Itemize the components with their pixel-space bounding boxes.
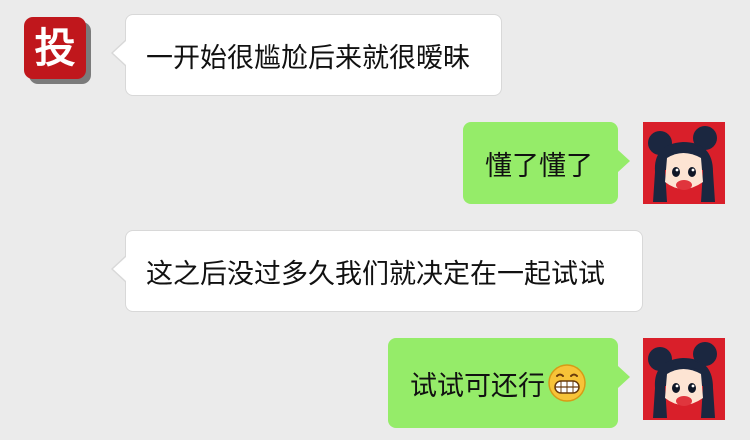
message-text: 一开始很尴尬后来就很暧昧: [146, 42, 470, 74]
chat-message-incoming[interactable]: 一开始很尴尬后来就很暧昧: [111, 14, 502, 96]
message-text: 试试可还行: [410, 370, 545, 402]
grinning-face-emoji: [548, 364, 586, 402]
receiver-avatar[interactable]: [643, 122, 725, 204]
cartoon-girl-avatar-icon: [643, 338, 725, 420]
receiver-avatar[interactable]: [643, 338, 725, 420]
chat-message-incoming[interactable]: 这之后没过多久我们就决定在一起试试: [111, 230, 643, 312]
message-text: 这之后没过多久我们就决定在一起试试: [146, 258, 605, 290]
sender-avatar-tou[interactable]: 投: [24, 17, 92, 85]
tou-avatar-icon: 投: [24, 17, 86, 79]
chat-message-outgoing[interactable]: 试试可还行: [388, 338, 630, 428]
chat-message-outgoing[interactable]: 懂了懂了: [463, 122, 630, 204]
cartoon-girl-avatar-icon: [643, 122, 725, 204]
message-text: 懂了懂了: [485, 150, 593, 182]
